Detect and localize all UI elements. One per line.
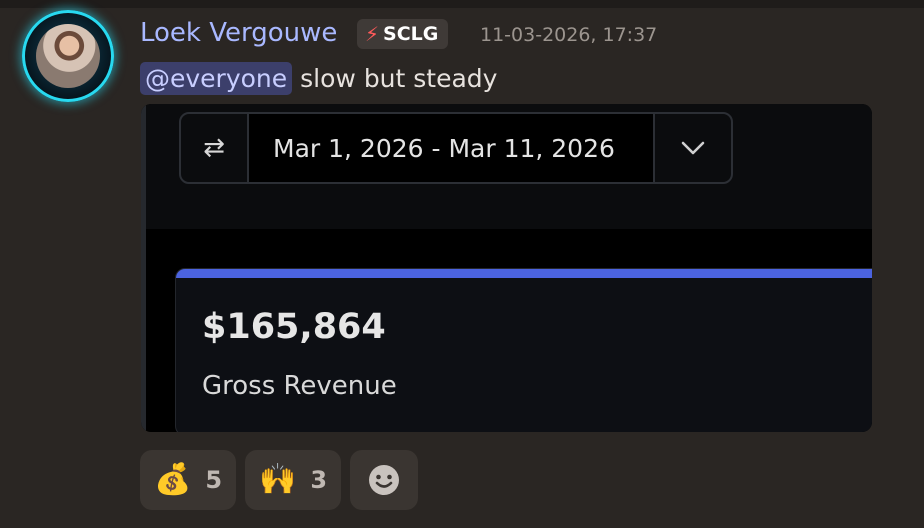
revenue-amount: $165,864 [202, 307, 386, 347]
lightning-icon: ⚡ [365, 22, 380, 46]
message-timestamp: 11-03-2026, 17:37 [480, 24, 658, 46]
raising-hands-icon: 🙌 [259, 462, 297, 497]
avatar[interactable] [22, 10, 114, 102]
server-tag-label: SCLG [383, 23, 439, 45]
avatar-photo [36, 24, 100, 88]
date-range-picker: ⇄ Mar 1, 2026 - Mar 11, 2026 [179, 112, 733, 184]
message-content: @everyone slow but steady [140, 58, 497, 98]
everyone-mention[interactable]: @everyone [140, 61, 293, 95]
reactions-bar: 💰 5 🙌 3 [140, 450, 419, 510]
username[interactable]: Loek Vergouwe [140, 18, 337, 48]
revenue-card: $165,864 Gross Revenue [175, 268, 872, 432]
revenue-label: Gross Revenue [202, 371, 397, 401]
chevron-down-icon [653, 114, 731, 182]
server-tag[interactable]: ⚡ SCLG [357, 19, 449, 49]
message-text: slow but steady [300, 63, 498, 93]
add-reaction-button[interactable] [350, 450, 419, 510]
reaction-count: 5 [205, 466, 223, 494]
money-bag-icon: 💰 [154, 462, 192, 497]
date-range-value: Mar 1, 2026 - Mar 11, 2026 [249, 114, 653, 182]
smiley-icon [369, 465, 400, 495]
reaction-raising-hands[interactable]: 🙌 3 [245, 450, 342, 510]
card-accent-bar [176, 269, 872, 278]
reaction-money-bag[interactable]: 💰 5 [140, 450, 237, 510]
reaction-count: 3 [310, 466, 328, 494]
swap-arrows-icon: ⇄ [181, 114, 249, 182]
image-attachment[interactable]: ⇄ Mar 1, 2026 - Mar 11, 2026 $165,864 Gr… [141, 104, 872, 432]
previous-message-divider [0, 0, 924, 8]
